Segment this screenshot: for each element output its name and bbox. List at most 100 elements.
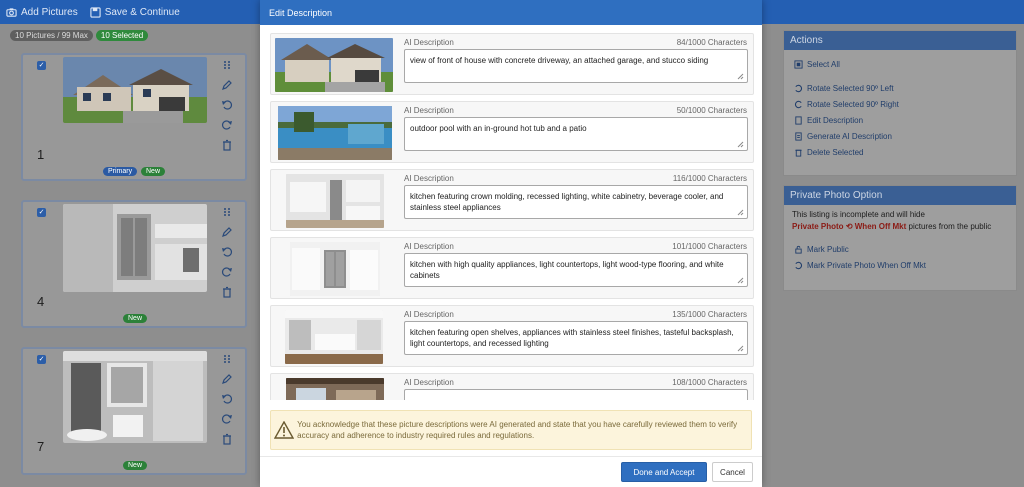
delete-selected-action[interactable]: Delete Selected: [784, 144, 1016, 160]
ai-description-label: AI Description: [404, 310, 454, 319]
new-badge: New: [123, 461, 148, 470]
warning-icon: [274, 421, 295, 439]
generate-ai-action[interactable]: Generate AI Description: [784, 128, 1016, 144]
photo-card[interactable]: ✓ 1 Primary New: [21, 53, 247, 181]
drag-handle-icon[interactable]: [221, 206, 233, 218]
drag-handle-icon[interactable]: [221, 59, 233, 71]
mark-private-action[interactable]: Mark Private Photo When Off Mkt: [784, 257, 1016, 273]
description-row: AI Description 101/1000 Characters kitch…: [270, 237, 754, 299]
generate-ai-label: Generate AI Description: [807, 131, 892, 141]
edit-description-label: Edit Description: [807, 115, 864, 125]
photo-checkbox[interactable]: ✓: [37, 61, 46, 70]
modal-body[interactable]: AI Description 84/1000 Characters view o…: [260, 25, 762, 400]
description-textarea[interactable]: [404, 389, 748, 400]
description-text: kitchen featuring open shelves, applianc…: [410, 328, 734, 348]
save-icon: [90, 6, 101, 18]
history-icon: ⟲: [845, 222, 853, 231]
description-textarea[interactable]: view of front of house with concrete dri…: [404, 49, 748, 83]
resize-grip-icon[interactable]: [737, 141, 744, 148]
unlock-icon: [795, 245, 802, 254]
rotate-right-icon[interactable]: [221, 413, 233, 425]
ai-description-label: AI Description: [404, 174, 454, 183]
pencil-icon[interactable]: [221, 226, 233, 238]
pencil-icon[interactable]: [221, 79, 233, 91]
rotate-right-icon[interactable]: [221, 119, 233, 131]
mark-public-action[interactable]: Mark Public: [784, 241, 1016, 257]
primary-badge: Primary: [103, 167, 138, 176]
footer-divider: [260, 456, 762, 457]
row-thumbnail: [290, 242, 380, 296]
photo-tools: [219, 353, 235, 445]
rotate-left-action[interactable]: Rotate Selected 90º Left: [784, 80, 1016, 96]
private-photo-title: Private Photo Option: [784, 186, 1016, 205]
photo-checkbox[interactable]: ✓: [37, 208, 46, 217]
row-thumbnail: [286, 378, 384, 400]
character-count: 116/1000 Characters: [672, 174, 747, 183]
photo-tools: [219, 59, 235, 151]
photo-card[interactable]: ✓ 4 New: [21, 200, 247, 328]
rotate-right-icon: [795, 100, 802, 108]
ai-acknowledgement-notice: You acknowledge that these picture descr…: [270, 410, 752, 450]
drag-handle-icon[interactable]: [221, 353, 233, 365]
resize-grip-icon[interactable]: [737, 209, 744, 216]
picture-counts: 10 Pictures / 99 Max 10 Selected: [10, 30, 149, 41]
photo-thumbnail[interactable]: [63, 204, 207, 292]
select-all-action[interactable]: Select All: [784, 56, 1016, 72]
actions-panel: Actions Select All Rotate Selected 90º L…: [783, 30, 1017, 176]
rotate-left-icon[interactable]: [221, 393, 233, 405]
actions-title: Actions: [784, 31, 1016, 50]
photo-thumbnail[interactable]: [63, 351, 207, 443]
photo-checkbox[interactable]: ✓: [37, 355, 46, 364]
photo-card[interactable]: ✓ 7 New: [21, 347, 247, 475]
mark-public-label: Mark Public: [807, 244, 849, 254]
description-text: kitchen featuring crown molding, recesse…: [410, 192, 724, 212]
ai-description-label: AI Description: [404, 106, 454, 115]
photo-thumbnail[interactable]: [63, 57, 207, 123]
description-text: kitchen with high quality appliances, li…: [410, 260, 724, 280]
row-thumbnail: [278, 106, 392, 160]
description-textarea[interactable]: outdoor pool with an in-ground hot tub a…: [404, 117, 748, 151]
photo-number: 1: [37, 147, 45, 162]
document-icon: [795, 131, 802, 141]
rotate-left-icon: [795, 84, 802, 92]
rotate-left-icon[interactable]: [221, 99, 233, 111]
save-continue-button[interactable]: Save & Continue: [90, 7, 180, 18]
photo-number: 7: [37, 439, 45, 454]
notice-text: You acknowledge that these picture descr…: [297, 420, 738, 440]
done-accept-button[interactable]: Done and Accept: [621, 462, 707, 482]
camera-icon: [6, 7, 17, 17]
resize-grip-icon[interactable]: [737, 277, 744, 284]
description-textarea[interactable]: kitchen featuring open shelves, applianc…: [404, 321, 748, 355]
trash-icon[interactable]: [221, 433, 233, 445]
rotate-right-label: Rotate Selected 90º Right: [807, 99, 899, 109]
description-row: AI Description 116/1000 Characters kitch…: [270, 169, 754, 231]
resize-grip-icon[interactable]: [737, 345, 744, 352]
trash-icon: [795, 149, 802, 157]
edit-description-modal: Edit Description AI Description 84/1000 …: [260, 0, 762, 487]
trash-icon[interactable]: [221, 286, 233, 298]
character-count: 135/1000 Characters: [672, 310, 747, 319]
rotate-right-icon[interactable]: [221, 266, 233, 278]
cancel-button[interactable]: Cancel: [712, 462, 753, 482]
description-textarea[interactable]: kitchen with high quality appliances, li…: [404, 253, 748, 287]
rotate-left-icon[interactable]: [221, 246, 233, 258]
description-row: AI Description 108/1000 Characters: [270, 373, 754, 400]
resize-grip-icon[interactable]: [737, 73, 744, 80]
trash-icon[interactable]: [221, 139, 233, 151]
edit-description-action[interactable]: Edit Description: [784, 112, 1016, 128]
description-row: AI Description 135/1000 Characters kitch…: [270, 305, 754, 367]
private-line-2-tail: pictures from the public: [908, 222, 992, 231]
photo-number: 4: [37, 294, 45, 309]
ai-description-label: AI Description: [404, 378, 454, 387]
photo-tools: [219, 206, 235, 298]
description-textarea[interactable]: kitchen featuring crown molding, recesse…: [404, 185, 748, 219]
private-photo-red: Private Photo: [792, 222, 844, 231]
description-row: AI Description 50/1000 Characters outdoo…: [270, 101, 754, 163]
add-pictures-button[interactable]: Add Pictures: [6, 7, 78, 18]
pencil-icon[interactable]: [221, 373, 233, 385]
character-count: 50/1000 Characters: [676, 106, 747, 115]
delete-selected-label: Delete Selected: [807, 147, 864, 157]
rotate-right-action[interactable]: Rotate Selected 90º Right: [784, 96, 1016, 112]
modal-title: Edit Description: [260, 0, 762, 25]
select-all-label: Select All: [807, 59, 840, 69]
